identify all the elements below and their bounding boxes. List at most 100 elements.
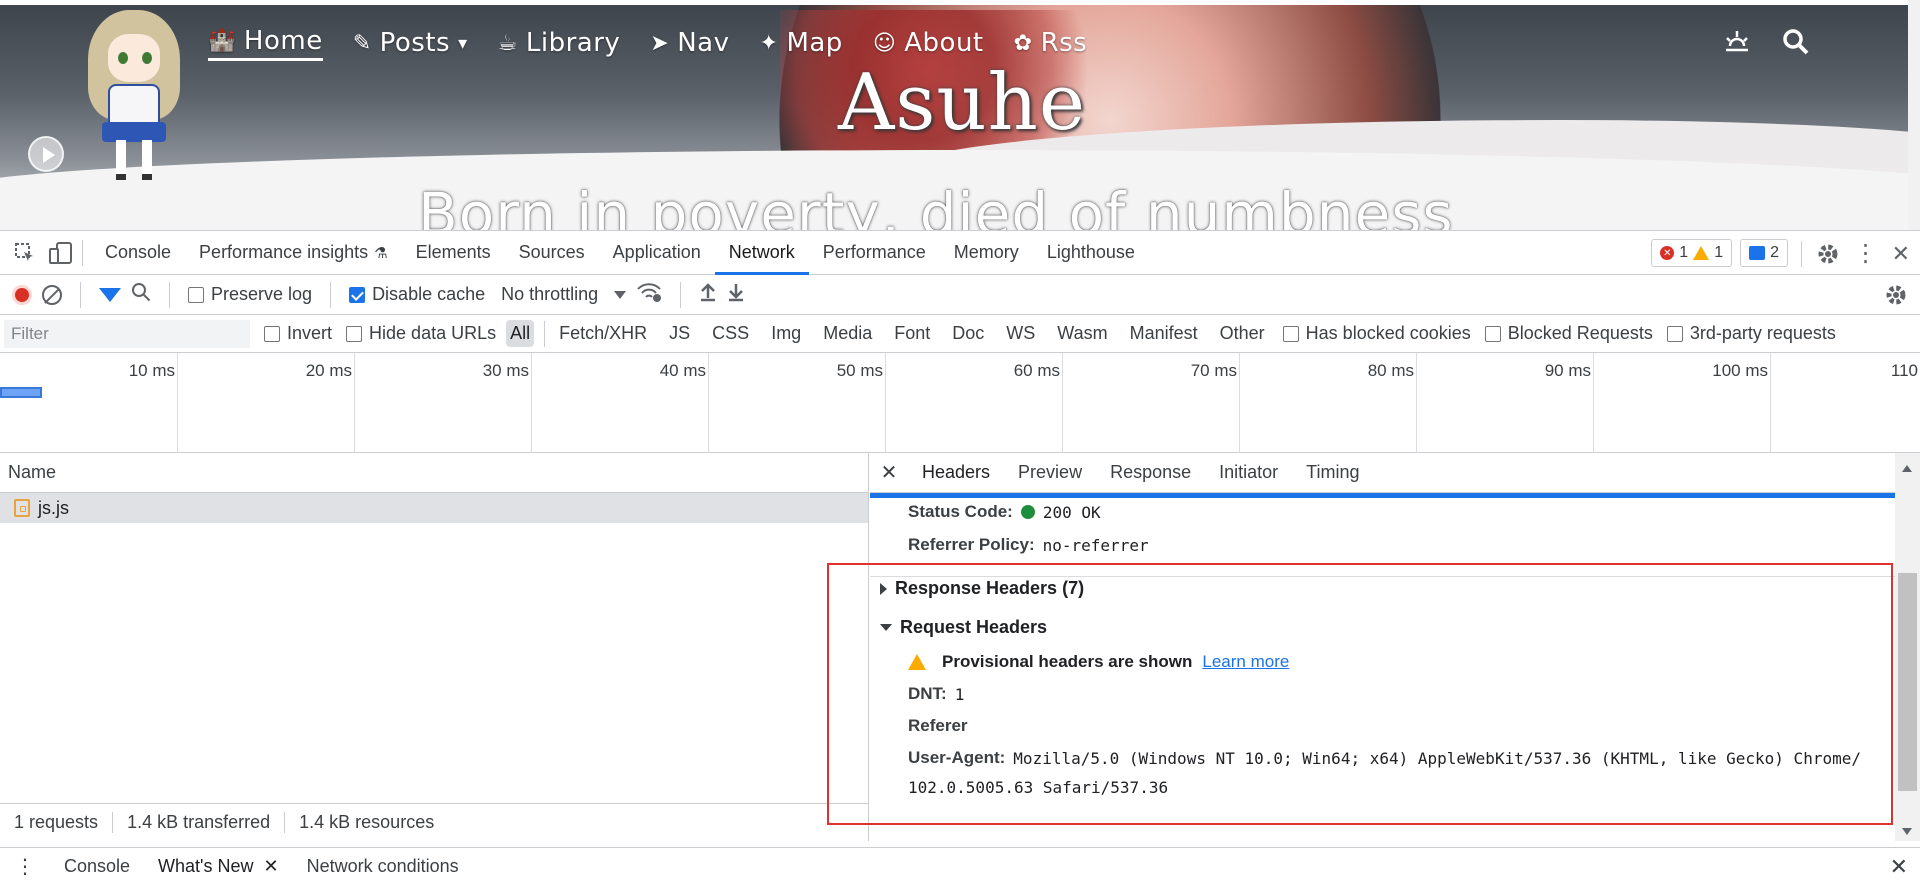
magic-wand-icon: ✦ <box>759 30 779 56</box>
nav-library[interactable]: ☕ Library <box>498 28 621 58</box>
close-detail-icon[interactable]: ✕ <box>870 460 908 485</box>
sunrise-icon[interactable] <box>1722 28 1752 63</box>
nav-posts[interactable]: ✎ Posts ▾ <box>353 28 468 58</box>
inspect-element-icon[interactable] <box>12 240 38 266</box>
drawer-tab-network-conditions[interactable]: Network conditions <box>293 856 473 877</box>
network-conditions-icon[interactable] <box>636 281 662 308</box>
has-blocked-cookies-checkbox[interactable]: Has blocked cookies <box>1282 323 1471 344</box>
filter-type-img[interactable]: Img <box>767 320 805 347</box>
separator <box>82 239 83 266</box>
filter-type-other[interactable]: Other <box>1216 320 1269 347</box>
user-circle-icon: ☺ <box>872 30 897 56</box>
blocked-requests-box[interactable] <box>1484 325 1501 342</box>
filter-type-manifest[interactable]: Manifest <box>1126 320 1202 347</box>
blocked-requests-checkbox[interactable]: Blocked Requests <box>1484 323 1653 344</box>
nav-about-label: About <box>904 28 984 58</box>
scroll-down-icon[interactable] <box>1902 828 1912 835</box>
filter-type-fetch-xhr[interactable]: Fetch/XHR <box>555 320 651 347</box>
drawer-tab-whats-new-label: What's New <box>158 856 254 876</box>
invert-box[interactable] <box>264 325 280 342</box>
nav-rss[interactable]: ✿ Rss <box>1014 28 1088 58</box>
music-play-button[interactable] <box>28 136 64 172</box>
filter-type-font[interactable]: Font <box>890 320 934 347</box>
third-party-checkbox[interactable]: 3rd-party requests <box>1666 323 1836 344</box>
close-drawer-icon[interactable]: ✕ <box>1890 854 1908 880</box>
page-scrollbar[interactable] <box>1908 0 1920 230</box>
filter-type-wasm[interactable]: Wasm <box>1053 320 1111 347</box>
cup-icon: ☕ <box>497 30 518 56</box>
device-toolbar-icon[interactable] <box>48 240 74 266</box>
hide-data-urls-box[interactable] <box>346 325 363 342</box>
network-settings-gear-icon[interactable] <box>1884 283 1908 312</box>
tab-application[interactable]: Application <box>599 231 715 275</box>
search-icon[interactable] <box>1782 28 1810 63</box>
paper-plane-icon: ➤ <box>650 30 670 56</box>
scroll-thumb[interactable] <box>1898 573 1917 791</box>
tab-memory[interactable]: Memory <box>940 231 1033 275</box>
filter-type-ws[interactable]: WS <box>1002 320 1039 347</box>
detail-tab-headers[interactable]: Headers <box>908 453 1004 493</box>
drawer-tab-whats-new[interactable]: What's New ✕ <box>144 856 293 877</box>
nav-nav[interactable]: ➤ Nav <box>650 28 729 58</box>
third-party-label: 3rd-party requests <box>1689 323 1836 343</box>
detail-tab-preview[interactable]: Preview <box>1004 453 1096 493</box>
clear-icon[interactable] <box>42 284 62 305</box>
tab-lighthouse[interactable]: Lighthouse <box>1033 231 1149 275</box>
site-brand[interactable]: Asuhe <box>838 58 1086 148</box>
errors-warnings-badge[interactable]: ✕ 1 1 <box>1651 239 1733 267</box>
devtools-right-icons: ⋮ ✕ <box>1800 239 1910 268</box>
disable-cache-checkbox[interactable]: Disable cache <box>349 284 485 305</box>
detail-scrollbar[interactable] <box>1895 453 1920 841</box>
tab-elements[interactable]: Elements <box>402 231 505 275</box>
drawer-menu-icon[interactable]: ⋮ <box>0 854 50 879</box>
messages-badge[interactable]: 2 <box>1740 239 1788 267</box>
export-har-icon[interactable] <box>727 282 745 307</box>
third-party-box[interactable] <box>1666 325 1683 342</box>
search-icon[interactable] <box>131 282 151 307</box>
filter-icon[interactable] <box>99 287 121 302</box>
site-nav: 🏰 Home ✎ Posts ▾ ☕ Library ➤ Nav ✦ Map ☺… <box>208 26 1117 61</box>
filter-type-js[interactable]: JS <box>665 320 694 347</box>
close-tab-icon[interactable]: ✕ <box>264 856 279 877</box>
throttling-select[interactable]: No throttling <box>501 284 627 305</box>
timeline-tick: 40 ms <box>532 353 709 453</box>
drawer-tab-console[interactable]: Console <box>50 856 144 877</box>
timeline-tick: 80 ms <box>1240 353 1417 453</box>
more-options-icon[interactable]: ⋮ <box>1854 239 1878 268</box>
detail-tab-initiator[interactable]: Initiator <box>1205 453 1292 493</box>
detail-tab-timing[interactable]: Timing <box>1292 453 1373 493</box>
separator <box>169 281 170 308</box>
hide-data-urls-checkbox[interactable]: Hide data URLs <box>346 323 496 344</box>
import-har-icon[interactable] <box>699 282 717 307</box>
request-row[interactable]: js.js <box>0 493 868 523</box>
tab-performance[interactable]: Performance <box>809 231 940 275</box>
filter-type-media[interactable]: Media <box>819 320 876 347</box>
detail-tab-response[interactable]: Response <box>1096 453 1205 493</box>
preserve-log-box[interactable] <box>188 286 204 303</box>
close-devtools-icon[interactable]: ✕ <box>1892 241 1910 267</box>
preserve-log-checkbox[interactable]: Preserve log <box>188 284 312 305</box>
tab-console[interactable]: Console <box>91 231 185 275</box>
nav-map[interactable]: ✦ Map <box>760 28 843 58</box>
nav-home[interactable]: 🏰 Home <box>208 26 323 61</box>
issue-badges: ✕ 1 1 2 <box>1651 239 1788 267</box>
invert-checkbox[interactable]: Invert <box>264 323 332 344</box>
has-blocked-cookies-box[interactable] <box>1282 325 1299 342</box>
script-file-icon <box>14 499 30 517</box>
record-icon[interactable] <box>12 284 32 305</box>
name-column-header[interactable]: Name <box>0 453 868 493</box>
filter-input[interactable]: Filter <box>4 319 250 348</box>
nav-about[interactable]: ☺ About <box>873 28 984 58</box>
filter-type-doc[interactable]: Doc <box>948 320 988 347</box>
scroll-up-icon[interactable] <box>1902 465 1912 472</box>
tab-performance-insights[interactable]: Performance insights ⚗ <box>185 231 402 275</box>
filter-type-css[interactable]: CSS <box>708 320 753 347</box>
tab-network[interactable]: Network <box>714 231 809 275</box>
disable-cache-label: Disable cache <box>372 284 486 304</box>
settings-gear-icon[interactable] <box>1816 242 1840 266</box>
timeline-overview[interactable]: 10 ms 20 ms 30 ms 40 ms 50 ms 60 ms 70 m… <box>0 353 1920 453</box>
filter-type-all[interactable]: All <box>506 320 535 347</box>
disable-cache-box[interactable] <box>349 286 366 303</box>
tab-sources[interactable]: Sources <box>505 231 599 275</box>
preserve-log-label: Preserve log <box>211 284 313 304</box>
